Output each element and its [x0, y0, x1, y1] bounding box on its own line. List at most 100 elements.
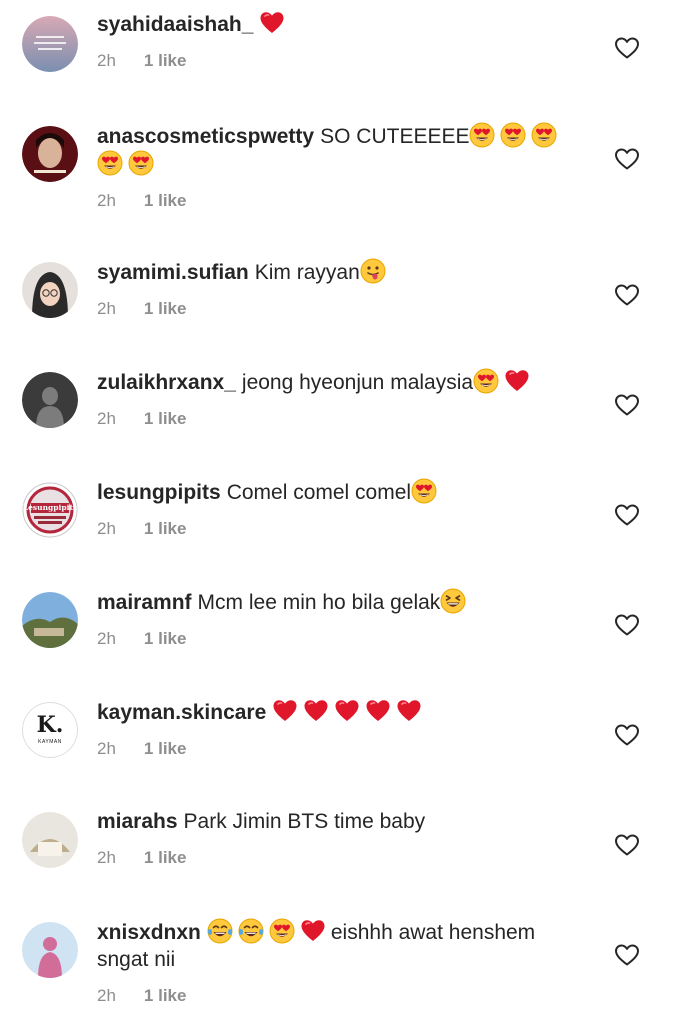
red-heart-emoji-icon — [300, 918, 326, 944]
heart-eyes-emoji-icon — [411, 478, 437, 504]
comment-username[interactable]: syahidaaishah_ — [97, 13, 253, 36]
like-heart-icon[interactable] — [614, 36, 640, 60]
tongue-face-emoji-icon — [360, 258, 386, 284]
avatar[interactable] — [22, 126, 78, 182]
tears-of-joy-emoji-icon — [238, 918, 264, 944]
comment-meta: 2h 1 like — [97, 848, 567, 868]
comment-time: 2h — [97, 51, 116, 70]
avatar[interactable] — [22, 922, 78, 978]
heart-eyes-emoji-icon — [473, 368, 499, 394]
heart-eyes-emoji-icon — [500, 122, 526, 148]
avatar[interactable] — [22, 16, 78, 72]
comment-meta: 2h 1 like — [97, 986, 567, 1006]
comment-time: 2h — [97, 191, 116, 210]
comment-likes-count[interactable]: 1 like — [144, 986, 187, 1006]
comment-likes-count[interactable]: 1 like — [144, 848, 187, 868]
comment-meta: 2h 1 like — [97, 519, 567, 539]
comment-likes-count[interactable]: 1 like — [144, 519, 187, 539]
red-heart-emoji-icon — [334, 698, 360, 724]
comment-username[interactable]: anascosmeticspwetty — [97, 125, 314, 148]
comment-likes-count[interactable]: 1 like — [144, 299, 187, 319]
like-heart-icon[interactable] — [614, 613, 640, 637]
heart-eyes-emoji-icon — [531, 122, 557, 148]
comment: xnisxdnxn eishhh awat henshem sngat nii 2… — [0, 906, 678, 1016]
comment-text: mairamnf Mcm lee min ho bila gelak — [97, 588, 567, 616]
comment-text: zulaikhrxanx_ jeong hyeonjun malaysia — [97, 368, 567, 396]
comment-time: 2h — [97, 299, 116, 318]
comment-likes-count[interactable]: 1 like — [144, 191, 187, 211]
comment: syahidaaishah_ 2h 1 like — [0, 0, 678, 110]
avatar[interactable]: Lesungpipits — [22, 482, 78, 538]
red-heart-emoji-icon — [303, 698, 329, 724]
comment-username[interactable]: xnisxdnxn — [97, 921, 201, 944]
comment-emojis — [440, 588, 471, 614]
comment-meta: 2h 1 like — [97, 409, 567, 429]
comment-emojis — [473, 368, 535, 394]
tears-of-joy-emoji-icon — [207, 918, 233, 944]
like-heart-icon[interactable] — [614, 503, 640, 527]
avatar[interactable] — [22, 592, 78, 648]
comment-text: anascosmeticspwetty SO CUTEEEEE — [97, 122, 567, 178]
laughing-face-emoji-icon — [440, 588, 466, 614]
comment-emojis — [259, 10, 290, 36]
comment-text: kayman.skincare — [97, 698, 567, 726]
avatar-logo-subtext: KAYMAN — [38, 739, 62, 745]
like-heart-icon[interactable] — [614, 723, 640, 747]
comment-time: 2h — [97, 739, 116, 758]
red-heart-emoji-icon — [504, 368, 530, 394]
comment-username[interactable]: lesungpipits — [97, 481, 221, 504]
comment-text: xnisxdnxn eishhh awat henshem sngat nii — [97, 918, 567, 973]
comment-emojis — [272, 698, 427, 724]
comment-likes-count[interactable]: 1 like — [144, 409, 187, 429]
avatar[interactable] — [22, 262, 78, 318]
heart-eyes-emoji-icon — [269, 918, 295, 944]
comment-time: 2h — [97, 519, 116, 538]
comment-username[interactable]: syamimi.sufian — [97, 261, 249, 284]
avatar[interactable] — [22, 372, 78, 428]
comment-text: syahidaaishah_ — [97, 10, 567, 38]
heart-eyes-emoji-icon — [469, 122, 495, 148]
comment-body: Mcm lee min ho bila gelak — [197, 591, 441, 614]
comment-username[interactable]: zulaikhrxanx_ — [97, 371, 236, 394]
comment-text: miarahs Park Jimin BTS time baby — [97, 808, 567, 835]
comment: miarahs Park Jimin BTS time baby 2h 1 like — [0, 796, 678, 906]
comment-username[interactable]: kayman.skincare — [97, 701, 266, 724]
comment-likes-count[interactable]: 1 like — [144, 629, 187, 649]
avatar[interactable] — [22, 812, 78, 868]
like-heart-icon[interactable] — [614, 943, 640, 967]
like-heart-icon[interactable] — [614, 147, 640, 171]
avatar-logo-text: K. — [36, 712, 64, 738]
comment: mairamnf Mcm lee min ho bila gelak 2h 1 li… — [0, 576, 678, 686]
comment: zulaikhrxanx_ jeong hyeonjun malaysia 2h 1… — [0, 356, 678, 466]
comment-likes-count[interactable]: 1 like — [144, 739, 187, 759]
comment-body: jeong hyeonjun malaysia — [241, 371, 474, 394]
comment: syamimi.sufian Kim rayyan 2h 1 like — [0, 246, 678, 356]
avatar[interactable]: K. KAYMAN — [22, 702, 78, 758]
comment-meta: 2h 1 like — [97, 191, 567, 211]
comment-username[interactable]: mairamnf — [97, 591, 192, 614]
comment-body: Kim rayyan — [254, 261, 360, 284]
comment-meta: 2h 1 like — [97, 51, 567, 71]
comment-text: syamimi.sufian Kim rayyan — [97, 258, 567, 286]
like-heart-icon[interactable] — [614, 393, 640, 417]
red-heart-emoji-icon — [259, 10, 285, 36]
red-heart-emoji-icon — [272, 698, 298, 724]
comment-meta: 2h 1 like — [97, 739, 567, 759]
comment-time: 2h — [97, 986, 116, 1005]
comment-emojis — [360, 258, 391, 284]
comments-list: syahidaaishah_ 2h 1 like anascosmeticspwe… — [0, 0, 678, 1024]
comment-meta: 2h 1 like — [97, 299, 567, 319]
comment: Lesungpipits lesungpipits Comel comel com… — [0, 466, 678, 576]
like-heart-icon[interactable] — [614, 833, 640, 857]
comment-body: SO CUTEEEEE — [320, 125, 470, 148]
comment-body: Park Jimin BTS time baby — [183, 810, 426, 833]
comment-username[interactable]: miarahs — [97, 810, 178, 833]
comment: anascosmeticspwetty SO CUTEEEEE 2h 1 like — [0, 110, 678, 220]
red-heart-emoji-icon — [396, 698, 422, 724]
comment-time: 2h — [97, 848, 116, 867]
comment-text: lesungpipits Comel comel comel — [97, 478, 567, 506]
like-heart-icon[interactable] — [614, 283, 640, 307]
heart-eyes-emoji-icon — [128, 150, 154, 176]
heart-eyes-emoji-icon — [97, 150, 123, 176]
comment-likes-count[interactable]: 1 like — [144, 51, 187, 71]
